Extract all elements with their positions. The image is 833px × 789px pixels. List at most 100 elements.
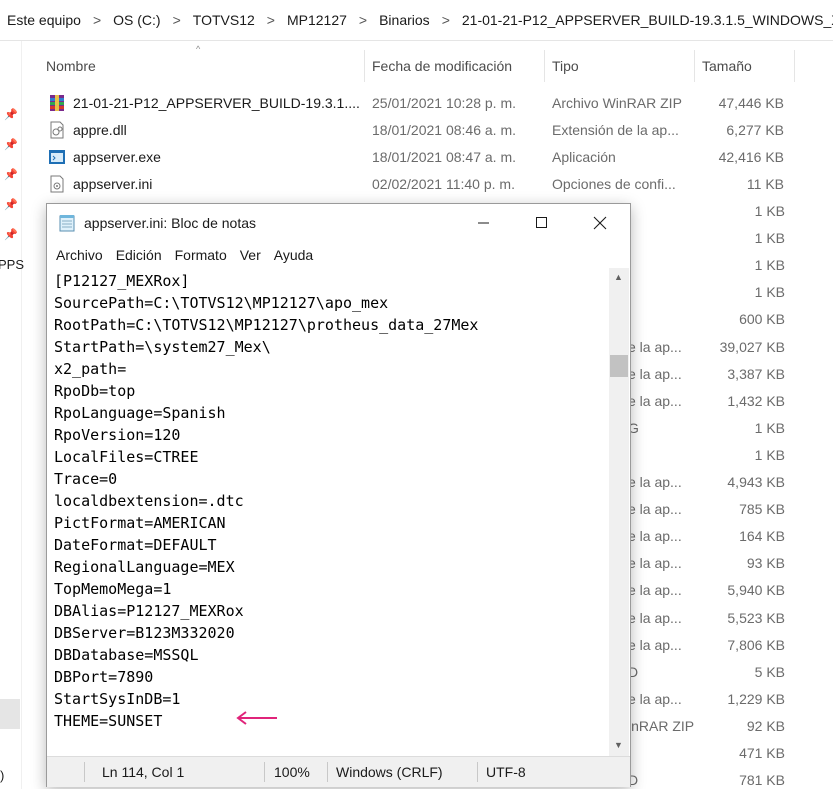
file-size: 93 KB [746, 555, 785, 572]
text-line: THEME=SUNSET [54, 712, 163, 730]
breadcrumb-item[interactable]: TOTVS12 [187, 12, 261, 28]
encoding: UTF-8 [486, 764, 526, 780]
chevron-right-icon[interactable]: > [87, 12, 107, 28]
chevron-right-icon[interactable]: > [261, 12, 281, 28]
text-line: RootPath=C:\TOTVS12\MP12127\protheus_dat… [54, 316, 479, 334]
column-header-date[interactable]: Fecha de modificación [372, 46, 512, 86]
column-divider[interactable] [544, 50, 545, 82]
file-type: Archivo WinRAR ZIP [552, 95, 682, 111]
breadcrumb-item[interactable]: MP12127 [281, 12, 353, 28]
notepad-titlebar[interactable]: appserver.ini: Bloc de notas [47, 204, 630, 242]
file-name[interactable]: appserver.exe [73, 149, 161, 165]
column-divider[interactable] [694, 50, 695, 82]
notepad-app-icon [59, 215, 75, 232]
text-line: DBDatabase=MSSQL [54, 646, 199, 664]
vertical-scrollbar[interactable]: ▲ ▼ [609, 268, 629, 756]
file-name[interactable]: 21-01-21-P12_APPSERVER_BUILD-19.3.1.... [73, 95, 360, 111]
column-header-type[interactable]: Tipo [552, 46, 579, 86]
file-row[interactable]: appserver.exe 18/01/2021 08:47 a. m. Aplic… [40, 144, 820, 171]
minimize-button[interactable] [455, 204, 513, 242]
file-size: 5,940 KB [727, 582, 785, 599]
text-line: Trace=0 [54, 470, 118, 488]
pin-icon[interactable]: 📌 [4, 109, 18, 121]
file-size: 6,277 KB [726, 122, 784, 138]
file-date: 25/01/2021 10:28 p. m. [372, 95, 516, 111]
text-line: localdbextension=.dtc [54, 492, 244, 510]
file-name[interactable]: appserver.ini [73, 176, 152, 192]
breadcrumb-item[interactable]: Binarios [373, 12, 436, 28]
file-row[interactable]: appserver.ini 02/02/2021 11:40 p. m. Opcio… [40, 171, 820, 198]
window-title: appserver.ini: Bloc de notas [84, 215, 256, 231]
file-name[interactable]: appre.dll [73, 122, 127, 138]
column-divider[interactable] [364, 50, 365, 82]
maximize-button[interactable] [513, 204, 571, 242]
file-date: 18/01/2021 08:47 a. m. [372, 149, 516, 165]
scroll-up-icon[interactable]: ▲ [614, 272, 623, 282]
pin-icon[interactable]: 📌 [4, 139, 18, 151]
text-line: DBPort=7890 [54, 668, 154, 686]
close-icon [593, 216, 607, 230]
scrollbar-thumb[interactable] [610, 355, 628, 377]
file-size: 1 KB [754, 284, 785, 301]
file-row[interactable]: 21-01-21-P12_APPSERVER_BUILD-19.3.1.... 2… [40, 90, 820, 117]
pin-icon[interactable]: 📌 [4, 229, 18, 241]
file-type: e la ap... [628, 474, 682, 490]
file-type: e la ap... [628, 501, 682, 518]
file-type: D [628, 772, 639, 789]
breadcrumb-item[interactable]: Este equipo [0, 12, 87, 28]
text-line: DBAlias=P12127_MEXRox [54, 602, 244, 620]
nav-item-label[interactable]: PPS [0, 257, 24, 272]
scroll-down-icon[interactable]: ▼ [614, 740, 623, 750]
maximize-icon [536, 217, 547, 228]
text-line: PictFormat=AMERICAN [54, 514, 226, 532]
text-line: SourcePath=C:\TOTVS12\MP12127\apo_mex [54, 294, 389, 312]
file-size: 600 KB [739, 311, 785, 328]
file-type: e la ap... [628, 609, 682, 626]
exe-file-icon [48, 148, 66, 166]
file-type: Extensión de la ap... [552, 122, 679, 138]
breadcrumb-item[interactable]: OS (C:) [107, 12, 166, 28]
address-breadcrumb[interactable]: Este equipo > OS (C:) > TOTVS12 > MP12127 > Bina… [0, 0, 833, 41]
nav-selected-item[interactable] [0, 699, 20, 729]
column-header-size[interactable]: Tamaño [702, 46, 752, 86]
breadcrumb-item[interactable]: 21-01-21-P12_APPSERVER_BUILD-19.3.1.5_WI… [456, 12, 833, 28]
file-size: 1 KB [754, 419, 785, 436]
file-date: 02/02/2021 11:40 p. m. [372, 176, 515, 192]
chevron-right-icon[interactable]: > [353, 12, 373, 28]
file-type: e la ap... [628, 582, 682, 599]
chevron-right-icon[interactable]: > [167, 12, 187, 28]
text-editor-area[interactable]: [P12127_MEXRox] SourcePath=C:\TOTVS12\MP1… [47, 268, 609, 756]
file-size: 92 KB [746, 717, 785, 734]
file-row[interactable]: appre.dll 18/01/2021 08:46 a. m. Extensión… [40, 117, 820, 144]
navigation-pane: 📌 📌 📌 📌 📌 PPS ) [0, 41, 24, 789]
menu-item-archivo[interactable]: Archivo [47, 247, 103, 263]
file-type: e la ap... [628, 365, 682, 382]
menu-item-ayuda[interactable]: Ayuda [261, 247, 313, 263]
file-size: 3,387 KB [727, 365, 785, 382]
winrar-archive-icon [48, 94, 66, 112]
nav-item-label: ) [0, 768, 5, 783]
pin-icon[interactable]: 📌 [4, 169, 18, 181]
notepad-window[interactable]: appserver.ini: Bloc de notas Archivo Edic… [46, 203, 631, 787]
close-button[interactable] [571, 204, 629, 242]
minimize-icon [478, 222, 489, 224]
file-size: 164 KB [739, 528, 785, 545]
file-size: 7,806 KB [727, 636, 785, 653]
status-divider [327, 762, 328, 782]
file-size: 4,943 KB [727, 474, 785, 490]
text-line: RegionalLanguage=MEX [54, 558, 235, 576]
column-divider[interactable] [794, 50, 795, 82]
status-divider [84, 762, 85, 782]
chevron-right-icon[interactable]: > [436, 12, 456, 28]
menu-item-edición[interactable]: Edición [103, 247, 162, 263]
file-size: 11 KB [746, 176, 784, 192]
file-size: 781 KB [739, 772, 785, 789]
column-header-name[interactable]: Nombre [46, 46, 96, 86]
dll-file-icon [48, 121, 66, 139]
menu-item-ver[interactable]: Ver [227, 247, 261, 263]
sort-ascending-icon: ^ [196, 44, 201, 54]
pin-icon[interactable]: 📌 [4, 199, 18, 211]
file-size: 5,523 KB [727, 609, 785, 626]
file-type: e la ap... [628, 528, 682, 545]
menu-item-formato[interactable]: Formato [162, 247, 227, 263]
